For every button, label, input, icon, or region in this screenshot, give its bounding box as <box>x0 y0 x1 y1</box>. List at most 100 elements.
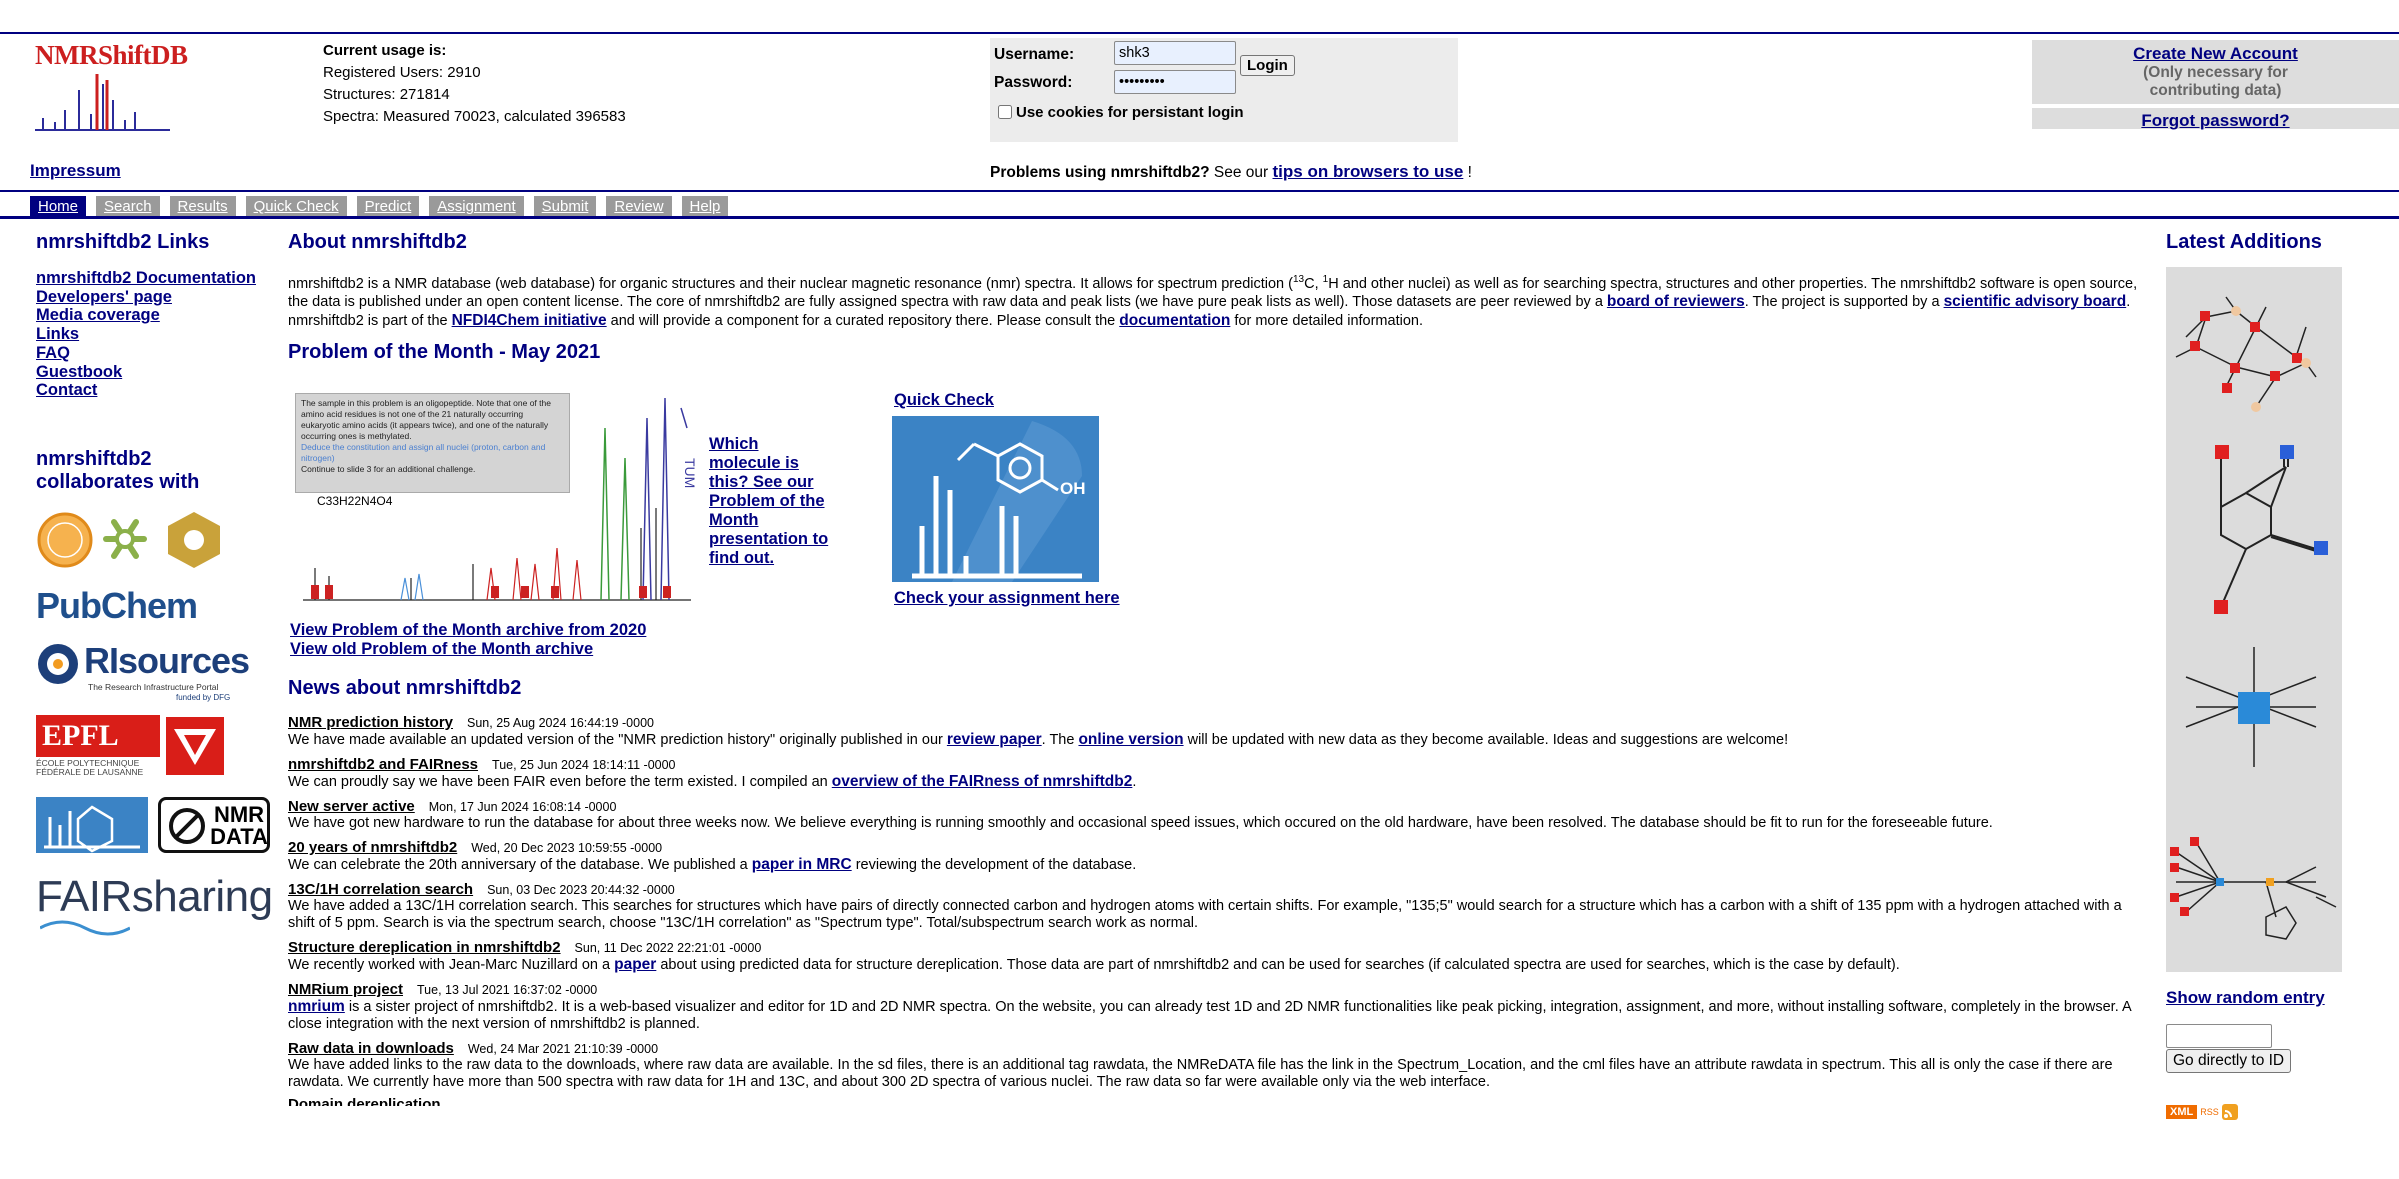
random-entry-link[interactable]: Show random entry <box>2166 988 2325 1008</box>
potm-spectrum-icon: TUM <box>303 397 698 601</box>
browser-tips-link[interactable]: tips on browsers to use <box>1273 162 1464 181</box>
fairsharing-text: FAIRsharing <box>36 872 273 921</box>
news-title-link[interactable]: Raw data in downloads <box>288 1040 454 1057</box>
nmr-data-text: NMR DATA <box>210 802 268 849</box>
news-text: We recently worked with Jean-Marc Nuzill… <box>288 957 615 973</box>
news-text: . <box>1132 774 1137 790</box>
link-developers[interactable]: Developers' page <box>36 288 256 307</box>
account-note: (Only necessary for contributing data) <box>2143 64 2288 99</box>
create-account-link[interactable]: Create New Account <box>2032 44 2399 64</box>
pubchem-logo[interactable]: PubChem <box>36 585 198 627</box>
goto-id-button[interactable]: Go directly to ID <box>2166 1049 2292 1073</box>
main-tabs: Home Search Results Quick Check Predict … <box>30 196 729 217</box>
link-faq[interactable]: FAQ <box>36 344 256 363</box>
news-title-link[interactable]: NMRium project <box>288 981 403 998</box>
news-item: New server active Mon, 17 Jun 2024 16:08:… <box>288 798 2146 832</box>
news-inline-link[interactable]: paper in MRC <box>752 856 852 873</box>
news-title-truncated[interactable]: Domain dereplication <box>288 1098 2146 1106</box>
check-assignment-link[interactable]: Check your assignment here <box>894 589 1120 608</box>
news-text: We have added links to the raw data to t… <box>288 1057 2113 1090</box>
tab-results[interactable]: Results <box>169 196 236 217</box>
about-title: About nmrshiftdb2 <box>288 231 467 253</box>
news-title-link[interactable]: Structure dereplication in nmrshiftdb2 <box>288 939 561 956</box>
fairsharing-wave-icon <box>40 920 130 936</box>
nav-top-rule <box>0 190 2399 192</box>
latest-structures-icon[interactable] <box>2166 267 2342 972</box>
news-text: We have added a 13C/1H correlation searc… <box>288 898 2122 931</box>
site-logo[interactable]: NMRShiftDB <box>35 40 188 132</box>
username-input[interactable] <box>1114 41 1236 65</box>
partner-badges-icon[interactable] <box>36 510 236 570</box>
potm-archive-2020-link[interactable]: View Problem of the Month archive from 2… <box>290 621 646 640</box>
quick-check-image[interactable]: OH <box>892 416 1099 582</box>
risources-text: RIsources <box>84 640 250 681</box>
epfl-logos[interactable]: EPFL ÉCOLE POLYTECHNIQUE FÉDÉRALE DE LAU… <box>36 715 230 777</box>
forgot-password-link[interactable]: Forgot password? <box>2032 111 2399 131</box>
link-guestbook[interactable]: Guestbook <box>36 363 256 382</box>
link-documentation[interactable]: nmrshiftdb2 Documentation <box>36 269 256 288</box>
link-contact[interactable]: Contact <box>36 381 256 400</box>
tab-home[interactable]: Home <box>30 196 87 217</box>
news-body: We have added a 13C/1H correlation searc… <box>288 898 2146 932</box>
news-inline-link[interactable]: paper <box>614 956 656 973</box>
impressum-link[interactable]: Impressum <box>30 161 121 181</box>
tab-predict[interactable]: Predict <box>356 196 420 217</box>
quick-check-link[interactable]: Quick Check <box>894 391 994 410</box>
news-text: reviewing the development of the databas… <box>851 857 1137 873</box>
latest-additions-panel <box>2166 267 2342 972</box>
tab-assignment[interactable]: Assignment <box>429 196 524 217</box>
logo-spectrum-icon <box>35 74 170 131</box>
quick-check-oh-label: OH <box>1060 479 1086 498</box>
news-header: 13C/1H correlation search Sun, 03 Dec 202… <box>288 881 2146 898</box>
tab-help[interactable]: Help <box>681 196 729 217</box>
news-title-link[interactable]: 20 years of nmrshiftdb2 <box>288 839 457 856</box>
reviewers-link[interactable]: board of reviewers <box>1607 293 1745 310</box>
news-body: We can proudly say we have been FAIR eve… <box>288 773 2146 791</box>
news-header: New server active Mon, 17 Jun 2024 16:08:… <box>288 798 2146 815</box>
documentation-link[interactable]: documentation <box>1119 312 1230 329</box>
rss-label: RSS <box>2200 1107 2219 1117</box>
nfdi4chem-link[interactable]: NFDI4Chem initiative <box>452 312 607 329</box>
goto-id-input[interactable] <box>2166 1024 2272 1048</box>
advisory-board-link[interactable]: scientific advisory board <box>1944 293 2127 310</box>
tab-review[interactable]: Review <box>606 196 672 217</box>
news-inline-link[interactable]: overview of the FAIRness of nmrshiftdb2 <box>832 773 1133 790</box>
risources-sub: The Research Infrastructure Portal <box>88 682 219 692</box>
news-title-link[interactable]: nmrshiftdb2 and FAIRness <box>288 756 478 773</box>
latest-additions-title: Latest Additions <box>2166 231 2322 253</box>
news-title-link[interactable]: New server active <box>288 798 415 815</box>
link-media[interactable]: Media coverage <box>36 306 256 325</box>
nmr-data-logos[interactable]: NMR DATA <box>36 797 276 857</box>
tab-quick-check[interactable]: Quick Check <box>245 196 347 217</box>
news-item: NMR prediction history Sun, 25 Aug 2024 1… <box>288 714 2146 749</box>
potm-presentation-link[interactable]: Which molecule is this? See our Problem … <box>709 435 829 568</box>
news-date: Mon, 17 Jun 2024 16:08:14 -0000 <box>428 800 617 814</box>
quick-check-molecule-icon: OH <box>912 421 1086 582</box>
news-header: Raw data in downloads Wed, 24 Mar 2021 21… <box>288 1040 2146 1057</box>
fairsharing-logo[interactable]: FAIRsharing <box>36 872 273 936</box>
potm-old-archive-link[interactable]: View old Problem of the Month archive <box>290 640 593 659</box>
news-text: We can proudly say we have been FAIR eve… <box>288 774 832 790</box>
password-input[interactable] <box>1114 70 1236 94</box>
news-body: We can celebrate the 20th anniversary of… <box>288 856 2146 874</box>
nmr-data-icon <box>169 808 205 844</box>
tab-search[interactable]: Search <box>96 196 160 217</box>
news-date: Tue, 13 Jul 2021 16:37:02 -0000 <box>417 983 598 997</box>
login-button[interactable]: Login <box>1240 55 1295 76</box>
tab-submit[interactable]: Submit <box>533 196 597 217</box>
news-item: nmrshiftdb2 and FAIRness Tue, 25 Jun 2024… <box>288 756 2146 791</box>
link-links[interactable]: Links <box>36 325 256 344</box>
news-title-link[interactable]: NMR prediction history <box>288 714 453 731</box>
news-body: nmrium is a sister project of nmrshiftdb… <box>288 998 2146 1033</box>
news-inline-link[interactable]: online version <box>1078 731 1183 748</box>
news-item: Raw data in downloads Wed, 24 Mar 2021 21… <box>288 1040 2146 1091</box>
rss-feed[interactable]: XML RSS <box>2166 1104 2238 1120</box>
username-label: Username: <box>994 46 1075 63</box>
svg-text:TUM: TUM <box>682 458 698 488</box>
risources-logo[interactable]: RIsources The Research Infrastructure Po… <box>36 640 250 702</box>
news-inline-link[interactable]: nmrium <box>288 998 345 1015</box>
news-inline-link[interactable]: review paper <box>947 731 1042 748</box>
news-title-link[interactable]: 13C/1H correlation search <box>288 881 473 898</box>
about-paragraph: nmrshiftdb2 is a NMR database (web datab… <box>288 271 2138 330</box>
potm-image[interactable]: The sample in this problem is an oligope… <box>291 388 703 616</box>
